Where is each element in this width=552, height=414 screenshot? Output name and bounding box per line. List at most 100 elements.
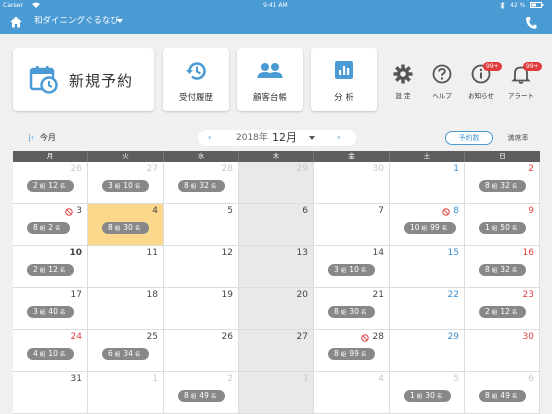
calendar-day-cell[interactable]: 8 10 組 99 名 bbox=[390, 204, 465, 246]
reservation-count-pill[interactable]: 2 組 12 名 bbox=[27, 264, 75, 276]
battery-label: 42 % bbox=[510, 2, 526, 9]
calendar-day-cell[interactable]: 12 bbox=[164, 246, 239, 288]
calendar-day-cell[interactable]: 2 8 組 32 名 bbox=[465, 162, 540, 204]
calendar-day-cell[interactable]: 18 bbox=[88, 288, 164, 330]
phone-icon[interactable] bbox=[525, 15, 537, 29]
reservation-count-pill[interactable]: 8 組 49 名 bbox=[479, 390, 527, 402]
people-unit: 名 bbox=[511, 268, 518, 274]
status-bar: Career 9:41 AM 42 % bbox=[0, 0, 552, 10]
calendar-day-cell[interactable]: 29 bbox=[239, 162, 314, 204]
calendar-day-cell[interactable]: 7 bbox=[314, 204, 390, 246]
calendar-day-cell[interactable]: 6 bbox=[239, 204, 314, 246]
calendar-day-cell[interactable]: 3 8組2名 bbox=[13, 204, 88, 246]
calendar-day-cell[interactable]: 28 8 組 99 名 bbox=[314, 330, 390, 372]
customer-ledger-button[interactable]: 顧客台帳 bbox=[237, 48, 303, 111]
calendar-day-cell[interactable]: 5 1 組 30 名 bbox=[390, 372, 465, 414]
year-label: 2018年 bbox=[236, 133, 268, 143]
toggle-reservations[interactable]: 予約数 bbox=[445, 131, 493, 145]
day-number: 21 bbox=[372, 290, 384, 300]
calendar-day-cell[interactable]: 30 bbox=[465, 330, 540, 372]
new-reservation-button[interactable]: 新規予約 bbox=[13, 48, 154, 111]
calendar-day-cell[interactable]: 3 bbox=[239, 372, 314, 414]
calendar-day-cell[interactable]: 15 bbox=[390, 246, 465, 288]
reservation-count-pill[interactable]: 8 組 49 名 bbox=[178, 390, 226, 402]
new-reservation-label: 新規予約 bbox=[69, 72, 134, 90]
calendar-day-cell[interactable]: 13 bbox=[239, 246, 314, 288]
calendar-day-cell[interactable]: 14 3 組 10 名 bbox=[314, 246, 390, 288]
day-number: 31 bbox=[70, 374, 82, 384]
reservation-count-pill[interactable]: 10 組 99 名 bbox=[404, 222, 457, 234]
day-number: 9 bbox=[528, 206, 534, 216]
calendar-day-cell[interactable]: 16 8 組 32 名 bbox=[465, 246, 540, 288]
calendar-day-cell[interactable]: 9 1 組 50 名 bbox=[465, 204, 540, 246]
reservation-count-pill[interactable]: 6 組 34 名 bbox=[102, 348, 150, 360]
reservation-count-pill[interactable]: 3 組 10 名 bbox=[102, 180, 150, 192]
reservation-count-pill[interactable]: 8組2名 bbox=[27, 222, 70, 234]
calendar-day-cell[interactable]: 25 6 組 34 名 bbox=[88, 330, 164, 372]
analysis-button[interactable]: 分 析 bbox=[311, 48, 377, 111]
calendar-day-cell[interactable]: 29 bbox=[390, 330, 465, 372]
reservation-count-pill[interactable]: 3 組 10 名 bbox=[328, 264, 376, 276]
reservation-count-pill[interactable]: 8 組 30 名 bbox=[102, 222, 150, 234]
calendar-day-cell[interactable]: 31 bbox=[13, 372, 88, 414]
calendar-day-cell[interactable]: 27 bbox=[239, 330, 314, 372]
reception-history-button[interactable]: 受付履歴 bbox=[163, 48, 229, 111]
carrier-label: Career bbox=[3, 2, 24, 9]
group-unit: 組 bbox=[421, 226, 428, 232]
reservation-count-pill[interactable]: 4 組 10 名 bbox=[27, 348, 75, 360]
calendar-day-cell[interactable]: 28 8 組 32 名 bbox=[164, 162, 239, 204]
people-count: 49 bbox=[199, 391, 209, 400]
calendar-day-cell[interactable]: 20 bbox=[239, 288, 314, 330]
calendar-day-cell[interactable]: 23 2 組 12 名 bbox=[465, 288, 540, 330]
reservation-count-pill[interactable]: 8 組 30 名 bbox=[328, 306, 376, 318]
settings-label: 設 定 bbox=[395, 92, 411, 100]
caret-down-icon[interactable] bbox=[309, 136, 315, 140]
next-month-icon[interactable]: › bbox=[337, 130, 341, 146]
calendar-day-cell[interactable]: 4 8 組 30 名 bbox=[88, 204, 164, 246]
calendar-day-cell[interactable]: 27 3 組 10 名 bbox=[88, 162, 164, 204]
prev-month-icon[interactable]: ‹ bbox=[208, 130, 212, 146]
calendar-day-cell[interactable]: 11 bbox=[88, 246, 164, 288]
reservation-count-pill[interactable]: 1 組 30 名 bbox=[404, 390, 452, 402]
people-count: 10 bbox=[123, 181, 133, 190]
calendar-day-cell[interactable]: 21 8 組 30 名 bbox=[314, 288, 390, 330]
calendar-day-cell[interactable]: 1 bbox=[88, 372, 164, 414]
calendar-day-cell[interactable]: 19 bbox=[164, 288, 239, 330]
people-count: 34 bbox=[123, 349, 133, 358]
group-count: 8 bbox=[334, 349, 339, 358]
shop-name-selector[interactable]: 和ダイニングぐるなび bbox=[34, 16, 119, 27]
this-month-button[interactable]: |‹ 今月 bbox=[28, 130, 56, 146]
people-count: 49 bbox=[500, 391, 510, 400]
calendar-day-cell[interactable]: 1 bbox=[390, 162, 465, 204]
calendar-day-cell[interactable]: 10 2 組 12 名 bbox=[13, 246, 88, 288]
calendar-day-cell[interactable]: 17 3 組 40 名 bbox=[13, 288, 88, 330]
reception-history-label: 受付履歴 bbox=[178, 93, 213, 103]
toggle-occupancy[interactable]: 満席率 bbox=[497, 131, 539, 145]
day-number: 30 bbox=[372, 164, 384, 174]
reservation-count-pill[interactable]: 8 組 99 名 bbox=[328, 348, 376, 360]
home-icon[interactable] bbox=[9, 14, 23, 28]
reservation-count-pill[interactable]: 2 組 12 名 bbox=[479, 306, 527, 318]
chevron-down-icon[interactable] bbox=[117, 19, 123, 23]
reservation-count-pill[interactable]: 8 組 32 名 bbox=[178, 180, 226, 192]
group-unit: 組 bbox=[190, 184, 197, 190]
calendar-day-cell[interactable]: 26 2 組 12 名 bbox=[13, 162, 88, 204]
day-number: 28 bbox=[221, 164, 233, 174]
reservation-count-pill[interactable]: 8 組 32 名 bbox=[479, 180, 527, 192]
group-count: 4 bbox=[33, 349, 38, 358]
reservation-count-pill[interactable]: 3 組 40 名 bbox=[27, 306, 75, 318]
reservation-count-pill[interactable]: 1 組 50 名 bbox=[479, 222, 527, 234]
reservation-count-pill[interactable]: 2 組 12 名 bbox=[27, 180, 75, 192]
calendar-day-cell[interactable]: 22 bbox=[390, 288, 465, 330]
calendar-day-cell[interactable]: 26 bbox=[164, 330, 239, 372]
calendar-day-cell[interactable]: 2 8 組 49 名 bbox=[164, 372, 239, 414]
calendar-day-cell[interactable]: 6 8 組 49 名 bbox=[465, 372, 540, 414]
day-number: 26 bbox=[70, 164, 82, 174]
reservation-count-pill[interactable]: 8 組 32 名 bbox=[479, 264, 527, 276]
calendar-day-cell[interactable]: 5 bbox=[164, 204, 239, 246]
group-unit: 組 bbox=[491, 394, 498, 400]
calendar-day-cell[interactable]: 30 bbox=[314, 162, 390, 204]
calendar-day-cell[interactable]: 24 4 組 10 名 bbox=[13, 330, 88, 372]
calendar-day-cell[interactable]: 4 bbox=[314, 372, 390, 414]
month-dropdown[interactable]: 12月 bbox=[272, 130, 297, 146]
